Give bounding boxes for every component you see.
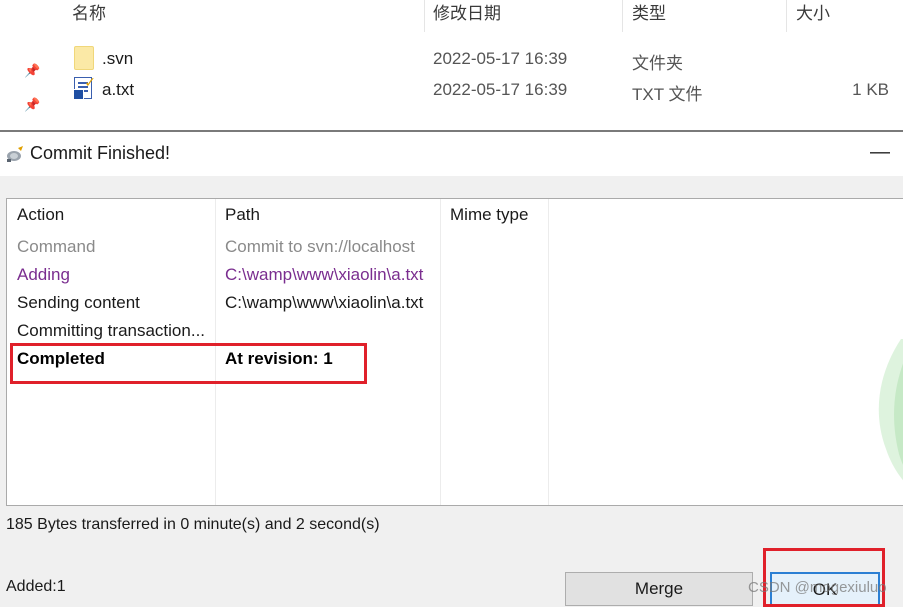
file-type: TXT 文件 (632, 85, 703, 104)
column-separator[interactable] (622, 0, 623, 32)
log-row-committing[interactable]: Committing transaction... (7, 321, 903, 349)
transfer-status: 185 Bytes transferred in 0 minute(s) and… (6, 516, 380, 533)
file-date: 2022-05-17 16:39 (433, 80, 568, 99)
log-row-command[interactable]: Command Commit to svn://localhost (7, 237, 903, 265)
folder-icon (74, 46, 94, 70)
file-row-svn[interactable]: .svn 2022-05-17 16:39 文件夹 (0, 46, 903, 74)
file-type: 文件夹 (632, 54, 683, 73)
log-row-sending-content[interactable]: Sending content C:\wamp\www\xiaolin\a.tx… (7, 293, 903, 321)
dialog-titlebar[interactable]: Commit Finished! — (0, 132, 903, 176)
commit-finished-dialog: Commit Finished! — Action Path Mime type… (0, 132, 903, 607)
file-date: 2022-05-17 16:39 (433, 49, 568, 68)
svn-txt-file-icon: ✓ (73, 74, 96, 100)
column-header-date[interactable]: 修改日期 (433, 0, 501, 32)
column-header-mime-type[interactable]: Mime type (450, 205, 528, 225)
log-action: Adding (17, 265, 70, 284)
dialog-title: Commit Finished! (30, 143, 171, 163)
minimize-button[interactable]: — (857, 132, 903, 176)
file-size: 1 KB (852, 80, 889, 99)
log-action: Command (17, 237, 96, 256)
file-name: a.txt (102, 80, 135, 99)
log-path: C:\wamp\www\xiaolin\a.txt (225, 265, 424, 284)
tortoisesvn-watermark-logo (878, 339, 903, 481)
file-name: .svn (102, 49, 134, 68)
added-count: Added:1 (6, 578, 66, 595)
csdn-watermark: CSDN @mogexiuluo (748, 579, 887, 596)
column-header-name[interactable]: 名称 (72, 0, 106, 32)
column-separator[interactable] (424, 0, 425, 32)
merge-button[interactable]: Merge (565, 572, 753, 606)
log-action: Completed (17, 349, 105, 368)
column-header-path[interactable]: Path (225, 205, 260, 225)
column-header-type[interactable]: 类型 (632, 0, 666, 32)
column-header-size[interactable]: 大小 (796, 0, 830, 32)
commit-log-table[interactable]: Action Path Mime type Command Commit to … (6, 198, 903, 506)
file-explorer-list: 名称 修改日期 类型 大小 📌 📌 .svn 2022-05-17 16:39 … (0, 0, 903, 130)
log-path: C:\wamp\www\xiaolin\a.txt (225, 293, 424, 312)
file-row-a-txt[interactable]: ✓ a.txt 2022-05-17 16:39 TXT 文件 1 KB (0, 74, 903, 105)
log-action: Committing transaction... (17, 321, 206, 340)
log-row-completed[interactable]: Completed At revision: 1 (7, 349, 903, 377)
log-action: Sending content (17, 293, 140, 312)
log-row-adding[interactable]: Adding C:\wamp\www\xiaolin\a.txt (7, 265, 903, 293)
log-path: Commit to svn://localhost (225, 237, 415, 256)
tortoisesvn-commit-icon (7, 146, 23, 162)
log-path: At revision: 1 (225, 349, 333, 368)
column-separator[interactable] (786, 0, 787, 32)
column-header-action[interactable]: Action (17, 205, 64, 225)
